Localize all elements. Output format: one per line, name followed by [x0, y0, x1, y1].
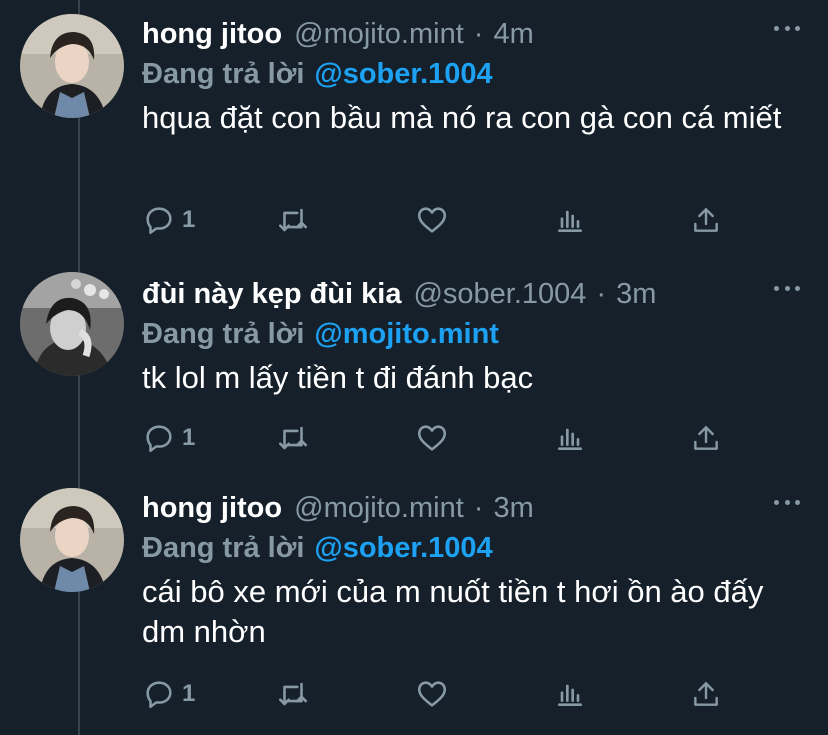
reply-button[interactable]: 1 [142, 418, 195, 458]
mention-link[interactable]: @sober.1004 [314, 58, 492, 90]
share-icon [694, 682, 718, 706]
more-icon[interactable] [774, 284, 800, 292]
retweet-button[interactable] [276, 418, 310, 458]
replying-to: Đang trả lời @sober.1004 [142, 528, 493, 568]
like-button[interactable] [414, 418, 450, 458]
reply-count: 1 [182, 206, 196, 233]
avatar[interactable] [20, 488, 124, 592]
analytics-button[interactable] [554, 674, 586, 714]
more-icon[interactable] [774, 24, 800, 32]
share-icon [694, 426, 718, 450]
share-icon [694, 208, 718, 232]
reply-count: 1 [182, 680, 196, 707]
mention-link[interactable]: @sober.1004 [314, 532, 492, 564]
retweet-button[interactable] [276, 200, 310, 240]
tweet-text: tk lol m lấy tiền t đi đánh bạc [142, 360, 534, 395]
action-bar: 1 [142, 418, 742, 458]
replying-label: Đang trả lời [142, 58, 305, 90]
tweet-header: đùi này kẹp đùi kia @sober.1004 · 3m [142, 274, 656, 314]
timestamp[interactable]: 3m [616, 274, 656, 314]
retweet-button[interactable] [276, 674, 310, 714]
author-handle[interactable]: @mojito.mint [294, 488, 464, 528]
retweet-icon [278, 426, 308, 450]
share-button[interactable] [690, 200, 722, 240]
like-button[interactable] [414, 200, 450, 240]
tweet[interactable]: hong jitoo @mojito.mint · 3m Đang trả lờ… [0, 474, 828, 709]
share-button[interactable] [690, 674, 722, 714]
analytics-icon [558, 428, 582, 450]
heart-icon [417, 207, 447, 233]
separator-dot: · [473, 18, 484, 50]
like-button[interactable] [414, 674, 450, 714]
replying-label: Đang trả lời [142, 318, 305, 350]
tweet[interactable]: đùi này kẹp đùi kia @sober.1004 · 3m Đan… [0, 260, 828, 494]
reply-icon [146, 425, 172, 453]
share-button[interactable] [690, 418, 722, 458]
tweet-header: hong jitoo @mojito.mint · 3m [142, 488, 534, 528]
tweet-text: hqua đặt con bầu mà nó ra con gà con cá … [142, 100, 782, 135]
author-name[interactable]: hong jitoo [142, 14, 282, 54]
analytics-button[interactable] [554, 200, 586, 240]
mention-link[interactable]: @mojito.mint [314, 318, 499, 350]
avatar[interactable] [20, 272, 124, 376]
reply-icon [146, 681, 172, 709]
timestamp[interactable]: 3m [493, 488, 533, 528]
heart-icon [417, 681, 447, 707]
analytics-button[interactable] [554, 418, 586, 458]
avatar[interactable] [20, 14, 124, 118]
analytics-icon [558, 210, 582, 232]
separator-dot: · [473, 492, 484, 524]
author-name[interactable]: đùi này kẹp đùi kia [142, 274, 401, 314]
heart-icon [417, 425, 447, 451]
reply-button[interactable]: 1 [142, 200, 195, 240]
replying-label: Đang trả lời [142, 532, 305, 564]
more-icon[interactable] [774, 498, 800, 506]
tweet[interactable]: hong jitoo @mojito.mint · 4m Đang trả lờ… [0, 0, 828, 235]
analytics-icon [558, 684, 582, 706]
author-handle[interactable]: @mojito.mint [294, 14, 464, 54]
author-handle[interactable]: @sober.1004 [413, 274, 586, 314]
replying-to: Đang trả lời @sober.1004 [142, 54, 493, 94]
reply-button[interactable]: 1 [142, 674, 195, 714]
action-bar: 1 [142, 674, 742, 714]
separator-dot: · [596, 278, 607, 310]
reply-icon [146, 207, 172, 235]
timestamp[interactable]: 4m [493, 14, 533, 54]
action-bar: 1 [142, 200, 742, 240]
replying-to: Đang trả lời @mojito.mint [142, 314, 499, 354]
tweet-text: cái bô xe mới của m nuốt tiền t hơi ồn à… [142, 574, 764, 649]
retweet-icon [278, 208, 308, 232]
reply-count: 1 [182, 424, 196, 451]
tweet-header: hong jitoo @mojito.mint · 4m [142, 14, 534, 54]
retweet-icon [278, 682, 308, 706]
author-name[interactable]: hong jitoo [142, 488, 282, 528]
